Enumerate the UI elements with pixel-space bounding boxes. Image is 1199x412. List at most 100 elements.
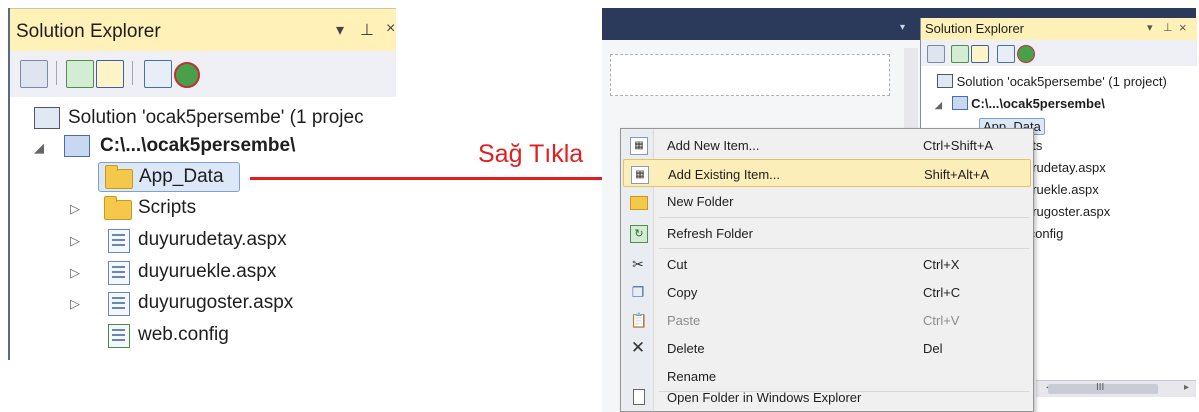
solution-explorer-toolbar — [10, 51, 396, 97]
menu-item-label: Refresh Folder — [667, 226, 753, 241]
menu-item-shortcut: Shift+Alt+A — [924, 167, 990, 182]
add-existing-item-icon: ▦ — [631, 166, 649, 184]
horizontal-scrollbar[interactable]: ◂ III ▸ — [1036, 380, 1196, 397]
menu-item-shortcut: Ctrl+C — [923, 285, 961, 300]
menu-item-label: New Folder — [667, 194, 734, 209]
menu-item-label: Open Folder in Windows Explorer — [667, 390, 862, 405]
scroll-right-icon[interactable]: ▸ — [1184, 382, 1189, 393]
show-all-files-icon[interactable] — [96, 60, 124, 88]
dropdown-icon[interactable]: ▾ — [1147, 21, 1153, 34]
menu-item-shortcut: Ctrl+Shift+A — [923, 138, 994, 153]
view-designer-icon[interactable] — [1017, 45, 1035, 63]
solution-explorer-toolbar — [921, 40, 1197, 66]
tree-item-label: duyuruekle.aspx — [138, 261, 277, 282]
menu-item-refresh-folder[interactable]: ↻ Refresh Folder — [623, 219, 1031, 247]
menu-item-label: Rename — [667, 369, 717, 384]
expand-arrow-icon[interactable]: ▷ — [70, 201, 80, 217]
open-folder-icon — [633, 389, 645, 405]
tree-item-label: duyurudetay.aspx — [138, 229, 287, 250]
aspx-file-icon — [108, 292, 130, 316]
menu-item-cut[interactable]: ✂ Cut Ctrl+X — [623, 250, 1031, 278]
menu-item-new-folder[interactable]: New Folder — [623, 187, 1031, 215]
solution-explorer-title: Solution Explorer — [16, 21, 161, 42]
expand-arrow-icon[interactable]: ▷ — [70, 233, 80, 249]
tree-item-label: App_Data — [139, 166, 224, 187]
tree-item-duyurugoster[interactable]: urugoster.aspx — [1025, 204, 1110, 219]
project-node[interactable]: ◢ C:\...\ocak5persembe\ — [34, 132, 394, 160]
toolbar-separator — [56, 61, 57, 85]
solution-explorer-title-bar: Solution Explorer ▾ ⊥ × — [10, 8, 396, 51]
tree-item-label: Scripts — [138, 197, 197, 218]
tree-item-duyurugoster[interactable]: ▷ duyurugoster.aspx — [66, 289, 366, 317]
menu-item-label: Cut — [667, 257, 688, 272]
tree-item-web-config[interactable]: web.config — [66, 321, 366, 349]
config-file-icon — [108, 324, 130, 348]
tree-item-duyurudetay[interactable]: urudetay.aspx — [1025, 160, 1106, 175]
view-designer-icon[interactable] — [174, 62, 200, 88]
menu-item-shortcut: Ctrl+V — [923, 313, 960, 328]
menu-item-paste[interactable]: 📋 Paste Ctrl+V — [623, 306, 1031, 334]
annotation-arrow-line — [250, 177, 612, 180]
properties-icon[interactable] — [20, 60, 48, 88]
delete-icon: ✕ — [630, 338, 646, 357]
view-code-icon[interactable] — [997, 45, 1015, 63]
editor-design-surface[interactable] — [610, 54, 890, 96]
annotation-label: Sağ Tıkla — [478, 140, 584, 168]
view-code-icon[interactable] — [144, 60, 172, 88]
properties-icon[interactable] — [927, 45, 945, 63]
close-icon[interactable]: × — [1179, 20, 1187, 35]
aspx-file-icon — [108, 261, 130, 285]
expand-arrow-icon[interactable]: ▷ — [70, 296, 80, 312]
folder-icon — [104, 196, 132, 220]
folder-icon — [105, 165, 133, 189]
expand-arrow-icon[interactable]: ▷ — [70, 265, 80, 281]
close-icon[interactable]: × — [386, 20, 395, 38]
new-folder-icon — [630, 196, 648, 210]
menu-item-add-existing-item[interactable]: ▦ Add Existing Item... Shift+Alt+A — [623, 159, 1031, 187]
tree-item-label: urugoster.aspx — [1025, 204, 1111, 219]
copy-icon: ❐ — [631, 284, 645, 300]
project-label: C:\...\ocak5persembe\ — [100, 135, 296, 156]
scrollbar-grip: III — [1096, 382, 1105, 393]
menu-item-label: Copy — [667, 285, 698, 300]
web-project-icon — [64, 135, 90, 157]
solution-icon — [937, 74, 953, 88]
solution-node[interactable]: Solution 'ocak5persembe' (1 project) — [937, 74, 1167, 89]
editor-dropdown-icon[interactable]: ▾ — [900, 22, 905, 33]
collapse-arrow-icon[interactable]: ◢ — [34, 140, 44, 156]
paste-icon: 📋 — [630, 312, 648, 328]
tree-item-duyuruekle[interactable]: uruekle.aspx — [1025, 182, 1099, 197]
tree-item-label: uruekle.aspx — [1025, 182, 1099, 197]
menu-item-add-new-item[interactable]: ▦ Add New Item... Ctrl+Shift+A — [623, 131, 1031, 159]
tree-item-app-data[interactable]: App_Data — [98, 162, 240, 192]
refresh-icon[interactable] — [66, 60, 94, 88]
menu-item-shortcut: Ctrl+X — [923, 257, 960, 272]
menu-item-open-folder-in-explorer[interactable]: Open Folder in Windows Explorer — [623, 383, 1031, 411]
pin-icon[interactable]: ⊥ — [1163, 21, 1173, 34]
solution-label: Solution 'ocak5persembe' (1 project) — [956, 74, 1167, 89]
tree-item-scripts[interactable]: ▷ Scripts — [66, 194, 366, 222]
menu-item-copy[interactable]: ❐ Copy Ctrl+C — [623, 278, 1031, 306]
menu-item-label: Add Existing Item... — [668, 167, 780, 182]
solution-node[interactable]: Solution 'ocak5persembe' (1 projec — [34, 104, 394, 132]
tree-item-duyuruekle[interactable]: ▷ duyuruekle.aspx — [66, 258, 366, 286]
web-project-icon — [951, 96, 968, 110]
refresh-icon: ↻ — [630, 225, 648, 243]
tree-item-duyurudetay[interactable]: ▷ duyurudetay.aspx — [66, 226, 366, 254]
menu-item-label: Paste — [667, 313, 701, 328]
pin-icon[interactable]: ⊥ — [360, 20, 374, 40]
tree-item-label: duyurugoster.aspx — [138, 292, 294, 313]
project-node[interactable]: ◢ C:\...\ocak5persembe\ — [935, 96, 1105, 111]
project-label: C:\...\ocak5persembe\ — [971, 96, 1105, 111]
tree-item-label: urudetay.aspx — [1025, 160, 1106, 175]
solution-icon — [34, 107, 60, 129]
menu-item-label: Delete — [667, 341, 705, 356]
menu-separator — [659, 217, 1029, 218]
show-all-files-icon[interactable] — [971, 45, 989, 63]
menu-item-delete[interactable]: ✕ Delete Del — [623, 334, 1031, 362]
solution-explorer-title-bar: Solution Explorer ▾ ⊥ × — [921, 18, 1197, 40]
menu-separator — [659, 248, 1029, 249]
collapse-arrow-icon[interactable]: ◢ — [935, 100, 942, 110]
refresh-icon[interactable] — [951, 45, 969, 63]
dropdown-icon[interactable]: ▾ — [336, 20, 344, 40]
